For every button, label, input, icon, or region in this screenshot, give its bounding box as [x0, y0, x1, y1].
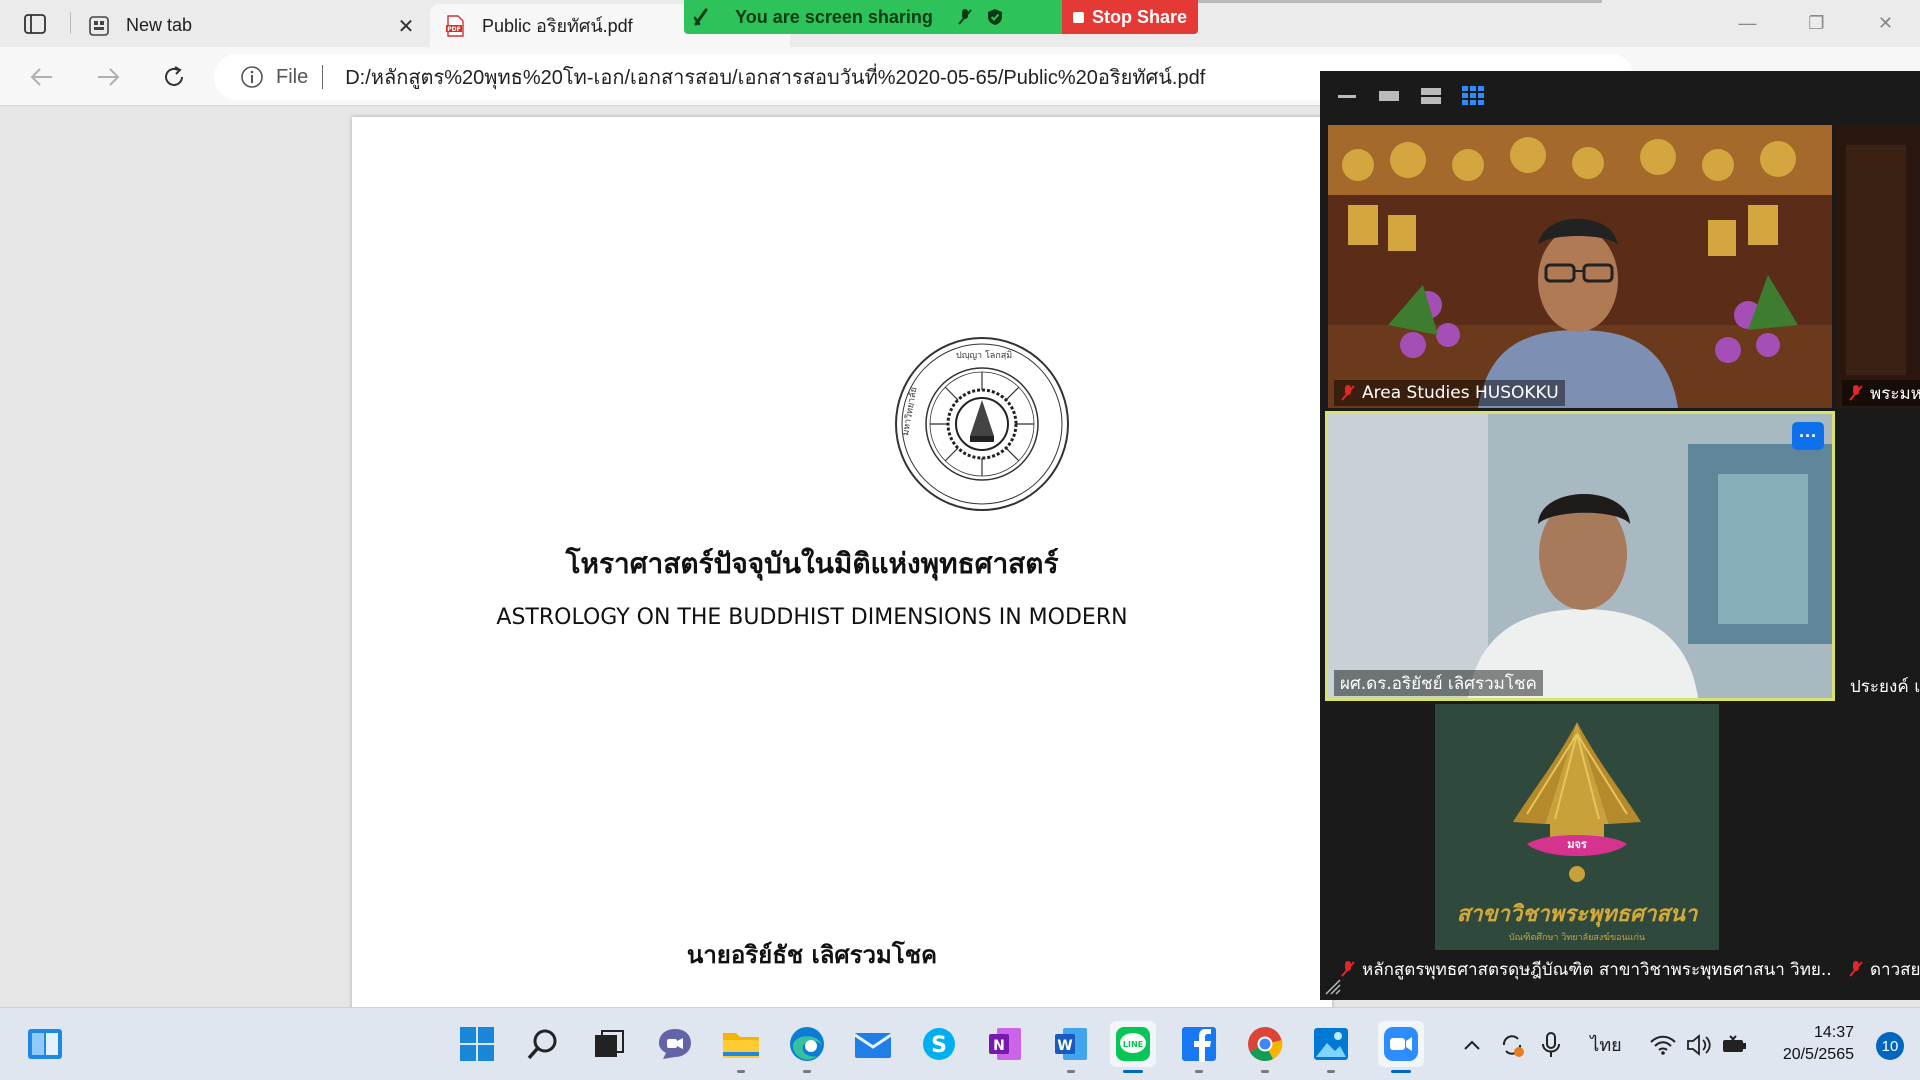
- screen-share-banner: You are screen sharing Stop Share: [684, 0, 1198, 34]
- mic-muted-icon[interactable]: [950, 8, 980, 26]
- clock-date: 20/5/2565: [1782, 1046, 1854, 1063]
- mic-muted-icon: [1340, 384, 1356, 402]
- mail-icon[interactable]: [850, 1021, 896, 1067]
- stop-share-button[interactable]: Stop Share: [1062, 0, 1198, 34]
- active-speaker-tile[interactable]: ··· ผศ.ดร.อริยัชย์ เลิศรวมโชค: [1325, 411, 1835, 701]
- logo-title: สาขาวิชาพระพุทธศาสนา: [1456, 902, 1698, 927]
- wifi-icon[interactable]: [1646, 1008, 1680, 1080]
- participant-tile[interactable]: มจร สาขาวิชาพระพุทธศาสนา บัณฑิตศึกษา วิท…: [1328, 704, 1832, 984]
- participant-tile[interactable]: ดาวสยา: [1836, 704, 1920, 984]
- notification-badge[interactable]: 10: [1876, 1032, 1904, 1060]
- chrome-icon[interactable]: [1242, 1021, 1288, 1073]
- resize-grip-icon[interactable]: [1324, 978, 1342, 996]
- share-status-text: You are screen sharing: [735, 6, 933, 27]
- maximize-icon[interactable]: ❐: [1782, 0, 1851, 47]
- gallery-view-icon[interactable]: [1452, 79, 1494, 113]
- info-icon[interactable]: [240, 65, 264, 89]
- participant-tile[interactable]: ประยงค์ แส: [1838, 411, 1920, 701]
- teams-chat-icon[interactable]: [652, 1021, 698, 1067]
- university-seal-icon: ปญฺญา โลกสฺมิ มหาวิทยาลัย: [895, 337, 1069, 511]
- battery-icon[interactable]: [1718, 1008, 1752, 1080]
- skype-icon[interactable]: S: [916, 1021, 962, 1067]
- svg-text:N: N: [993, 1038, 1005, 1054]
- system-clock[interactable]: 14:37 20/5/2565: [1783, 1022, 1854, 1066]
- zoom-view-toolbar: [1320, 71, 1920, 121]
- photos-icon[interactable]: [1308, 1021, 1354, 1073]
- thesis-title-thai: โหราศาสตร์ปัจจุบันในมิติแห่งพุทธศาสตร์: [565, 547, 1059, 580]
- task-view-icon[interactable]: [586, 1021, 632, 1067]
- more-options-button[interactable]: ···: [1792, 422, 1824, 450]
- strip-view-icon[interactable]: [1410, 79, 1452, 113]
- department-logo: มจร สาขาวิชาพระพุทธศาสนา บัณฑิตศึกษา วิท…: [1435, 704, 1719, 950]
- onenote-icon[interactable]: N: [982, 1021, 1028, 1067]
- forward-icon[interactable]: [90, 59, 126, 95]
- logo-badge: มจร: [1567, 838, 1587, 851]
- zoom-app-icon[interactable]: [1378, 1021, 1424, 1073]
- svg-text:PDF: PDF: [447, 26, 460, 33]
- file-explorer-icon[interactable]: [718, 1021, 764, 1073]
- minimize-video-icon[interactable]: [1326, 79, 1368, 113]
- share-toolbar-shadow: [1198, 0, 1602, 3]
- participant-name-label: ดาวสยา: [1842, 956, 1920, 982]
- mic-muted-icon: [1340, 960, 1356, 978]
- single-view-icon[interactable]: [1368, 79, 1410, 113]
- tab-label: New tab: [126, 15, 193, 35]
- svg-text:ปญฺญา โลกสฺมิ: ปญฺญา โลกสฺมิ: [956, 350, 1012, 361]
- zoom-gallery-panel: Area Studies HUSOKKU พระมห ··· ผศ.ดร.อริ…: [1320, 71, 1920, 1000]
- mic-muted-icon: [1848, 960, 1864, 978]
- participant-name-label: ผศ.ดร.อริยัชย์ เลิศรวมโชค: [1334, 670, 1543, 696]
- participant-name-label: พระมห: [1842, 380, 1920, 406]
- language-indicator[interactable]: ไทย: [1578, 1008, 1634, 1080]
- back-icon[interactable]: [24, 59, 60, 95]
- stop-share-label: Stop Share: [1091, 6, 1188, 27]
- emblem-icon: [1513, 722, 1641, 882]
- participant-tile[interactable]: พระมห: [1836, 125, 1920, 408]
- url-text[interactable]: D:/หลักสูตร%20พุทธ%20โท-เอก/เอกสารสอบ/เอ…: [345, 61, 1205, 93]
- security-shield-icon[interactable]: [980, 8, 1010, 26]
- svg-text:W: W: [1057, 1038, 1072, 1054]
- windows-taskbar: S N W LINE ไทย 14:37 20/5/2565 10: [0, 1007, 1920, 1080]
- video-feed: [1328, 414, 1832, 698]
- mic-muted-icon: [1848, 384, 1864, 402]
- close-window-icon[interactable]: ✕: [1851, 0, 1920, 47]
- stop-icon: [1072, 11, 1084, 23]
- tab-actions-icon[interactable]: [18, 10, 52, 38]
- thesis-title-english: ASTROLOGY ON THE BUDDHIST DIMENSIONS IN …: [496, 605, 1128, 630]
- widgets-icon[interactable]: [22, 1021, 68, 1067]
- logo-subtitle: บัณฑิตศึกษา วิทยาลัยสงฆ์ขอนแก่น: [1508, 933, 1646, 943]
- video-feed: [1836, 125, 1920, 408]
- tab-divider: [70, 12, 71, 34]
- pdf-icon: PDF: [444, 14, 466, 37]
- svg-text:LINE: LINE: [1123, 1040, 1143, 1049]
- sync-icon[interactable]: [1494, 1008, 1530, 1080]
- address-separator: [322, 65, 324, 89]
- video-feed: [1328, 125, 1832, 408]
- search-icon[interactable]: [520, 1021, 566, 1067]
- participant-name-label: Area Studies HUSOKKU: [1334, 380, 1565, 406]
- svg-text:S: S: [931, 1033, 947, 1058]
- microphone-icon[interactable]: [1536, 1008, 1566, 1080]
- author-name: นายอริย์ธัช เลิศรวมโชค: [686, 941, 938, 969]
- chevron-up-icon[interactable]: [1454, 1008, 1490, 1080]
- volume-icon[interactable]: [1682, 1008, 1716, 1080]
- clock-time: 14:37: [1813, 1024, 1854, 1041]
- window-controls: — ❐ ✕: [1713, 0, 1920, 47]
- edge-browser-icon[interactable]: [784, 1021, 830, 1073]
- word-icon[interactable]: W: [1048, 1021, 1094, 1073]
- line-app-icon[interactable]: LINE: [1110, 1021, 1156, 1073]
- tab-new-tab[interactable]: New tab ✕: [84, 4, 424, 47]
- refresh-icon[interactable]: [156, 59, 192, 95]
- windows-start-icon[interactable]: [454, 1021, 500, 1067]
- facebook-icon[interactable]: [1176, 1021, 1222, 1073]
- tab-label: Public อริยทัศน์.pdf: [482, 16, 633, 36]
- participant-name-label: ประยงค์ แส: [1850, 676, 1920, 697]
- new-tab-icon: [88, 15, 110, 37]
- share-indicator-icon: [684, 8, 718, 26]
- participant-tile[interactable]: Area Studies HUSOKKU: [1328, 125, 1832, 408]
- file-label: File: [276, 65, 309, 88]
- close-icon[interactable]: ✕: [394, 14, 418, 38]
- minimize-icon[interactable]: —: [1713, 0, 1782, 47]
- pdf-page: ปญฺญา โลกสฺมิ มหาวิทยาลัย โหราศาสตร์ปัจจ…: [352, 117, 1332, 1007]
- participant-name-label: หลักสูตรพุทธศาสตรดุษฎีบัณฑิต สาขาวิชาพระ…: [1334, 956, 1832, 982]
